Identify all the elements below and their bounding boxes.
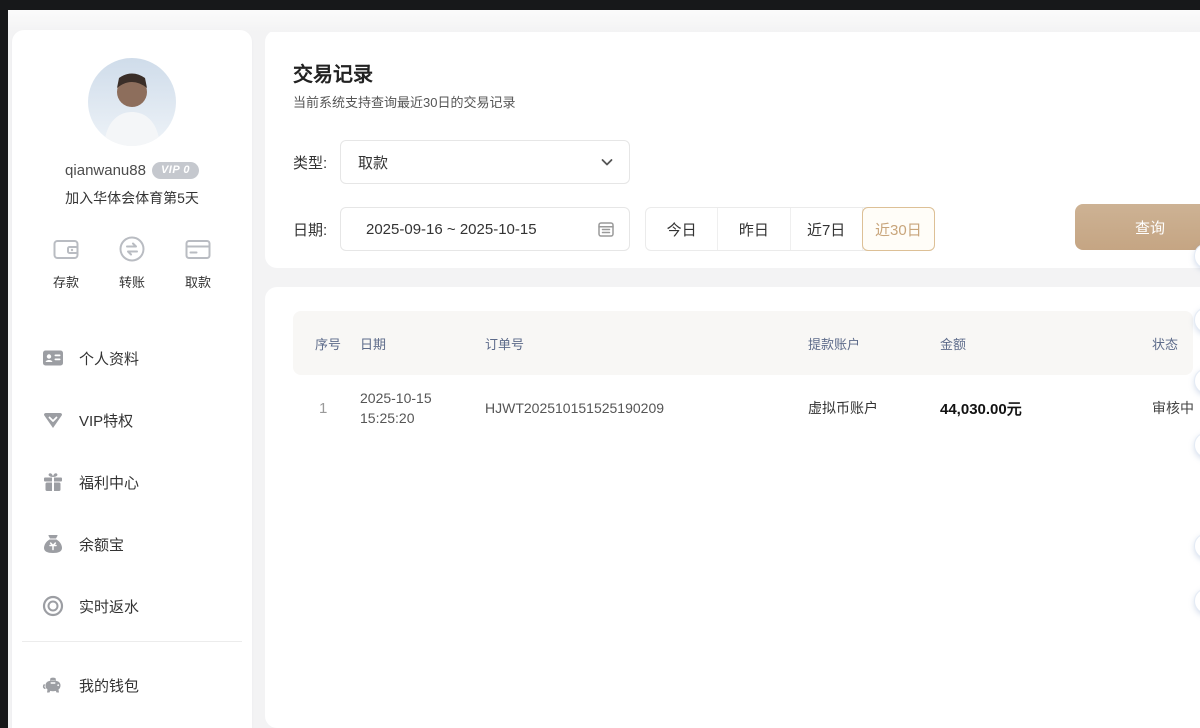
date-range-input[interactable]	[358, 221, 597, 238]
sidebar-item-label: 个人资料	[79, 348, 139, 369]
sidebar-menu: 个人资料 VIP特权 福利中心 余额宝	[12, 327, 252, 637]
bank-card-icon	[183, 234, 213, 264]
piggy-bank-icon	[42, 674, 64, 696]
deposit-action[interactable]: 存款	[40, 234, 92, 291]
sidebar-item-vip[interactable]: VIP特权	[42, 389, 222, 451]
top-fade	[0, 10, 1200, 32]
col-header-date: 日期	[360, 334, 485, 353]
row-date-day: 2025-10-15	[360, 390, 432, 406]
sidebar-divider	[22, 641, 242, 642]
sidebar-item-label: 余额宝	[79, 534, 124, 555]
id-card-icon	[42, 347, 64, 369]
join-days-text: 加入华体会体育第5天	[12, 188, 252, 208]
calendar-icon	[597, 220, 615, 238]
col-header-order: 订单号	[485, 334, 808, 353]
withdraw-action[interactable]: 取款	[172, 234, 224, 291]
sidebar-item-wallet[interactable]: 我的钱包	[42, 654, 222, 716]
vip-gem-icon	[42, 409, 64, 431]
table-header-row: 序号 日期 订单号 提款账户 金额 状态	[293, 311, 1193, 375]
col-header-amount: 金额	[940, 334, 1152, 353]
row-status-badge: 审核中	[1152, 398, 1200, 418]
table-row: 1 2025-10-15 15:25:20 HJWT20251015152519…	[293, 375, 1193, 441]
quick-actions: 存款 转账 取款	[12, 234, 252, 291]
row-date-time: 15:25:20	[360, 410, 415, 426]
type-select[interactable]: 取款	[340, 140, 630, 184]
transfer-icon	[117, 234, 147, 264]
sidebar-item-benefits[interactable]: 福利中心	[42, 451, 222, 513]
type-label: 类型:	[293, 152, 340, 173]
sidebar-item-yuebao[interactable]: 余额宝	[42, 513, 222, 575]
col-header-account: 提款账户	[808, 334, 940, 353]
query-button[interactable]: 查询	[1075, 204, 1200, 250]
withdraw-label: 取款	[185, 272, 211, 291]
sidebar-item-label: 实时返水	[79, 596, 139, 617]
window-top-bar	[0, 0, 1200, 10]
type-select-value: 取款	[358, 152, 599, 173]
row-account: 虚拟币账户	[808, 398, 940, 418]
transaction-filter-card: 交易记录 当前系统支持查询最近30日的交易记录 类型: 取款 日期: 今日 昨日…	[265, 30, 1200, 268]
sidebar-item-label: 福利中心	[79, 472, 139, 493]
range-7days-button[interactable]: 近7日	[791, 208, 863, 250]
profile-sidebar: qianwanu88 VIP 0 加入华体会体育第5天 存款 转账	[12, 30, 252, 728]
date-range-picker[interactable]	[340, 207, 630, 251]
transfer-action[interactable]: 转账	[106, 234, 158, 291]
quick-range-group: 今日 昨日 近7日 近30日	[645, 207, 935, 251]
row-date: 2025-10-15 15:25:20	[360, 388, 485, 429]
range-today-button[interactable]: 今日	[646, 208, 718, 250]
col-header-index: 序号	[315, 334, 360, 353]
sidebar-item-label: VIP特权	[79, 410, 133, 431]
page-subtitle: 当前系统支持查询最近30日的交易记录	[293, 92, 515, 111]
col-header-status: 状态	[1152, 334, 1200, 353]
transaction-table-card: 序号 日期 订单号 提款账户 金额 状态 1 2025-10-15 15:25:…	[265, 287, 1200, 728]
gift-icon	[42, 471, 64, 493]
range-yesterday-button[interactable]: 昨日	[718, 208, 790, 250]
page-title: 交易记录	[293, 58, 373, 87]
sidebar-item-profile[interactable]: 个人资料	[42, 327, 222, 389]
row-index: 1	[315, 400, 360, 417]
chevron-down-icon	[599, 154, 615, 170]
vip-badge: VIP 0	[152, 162, 199, 179]
transfer-label: 转账	[119, 272, 145, 291]
date-label: 日期:	[293, 219, 340, 240]
sidebar-item-rebate[interactable]: 实时返水	[42, 575, 222, 637]
wallet-icon	[51, 234, 81, 264]
money-pouch-icon	[42, 533, 64, 555]
window-left-edge	[0, 0, 8, 728]
range-30days-button[interactable]: 近30日	[862, 207, 935, 251]
deposit-label: 存款	[53, 272, 79, 291]
sidebar-item-label: 我的钱包	[79, 675, 139, 696]
avatar	[88, 58, 176, 146]
rebate-coin-icon	[42, 595, 64, 617]
row-order-no: HJWT202510151525190209	[485, 400, 808, 416]
row-amount: 44,030.00元	[940, 398, 1152, 419]
username: qianwanu88	[65, 162, 146, 179]
